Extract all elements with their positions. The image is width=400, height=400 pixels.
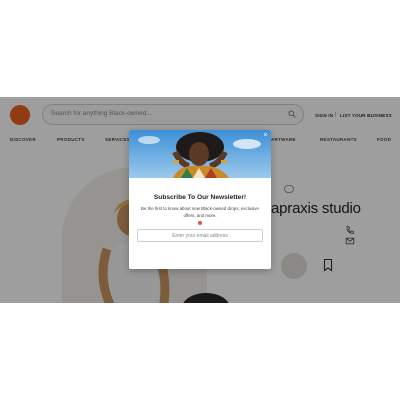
decorative-dot xyxy=(198,221,202,225)
newsletter-hero-image xyxy=(129,130,271,178)
page: Search for anything Black-owned... SIGN … xyxy=(0,0,400,400)
newsletter-modal: × Subscribe To Our Newsletter! Be the fi… xyxy=(129,130,271,269)
modal-title: Subscribe To Our Newsletter! xyxy=(153,194,247,201)
close-icon[interactable]: × xyxy=(262,132,269,139)
email-field[interactable] xyxy=(137,229,263,242)
modal-description: Be the first to know about new Black-own… xyxy=(141,206,259,218)
